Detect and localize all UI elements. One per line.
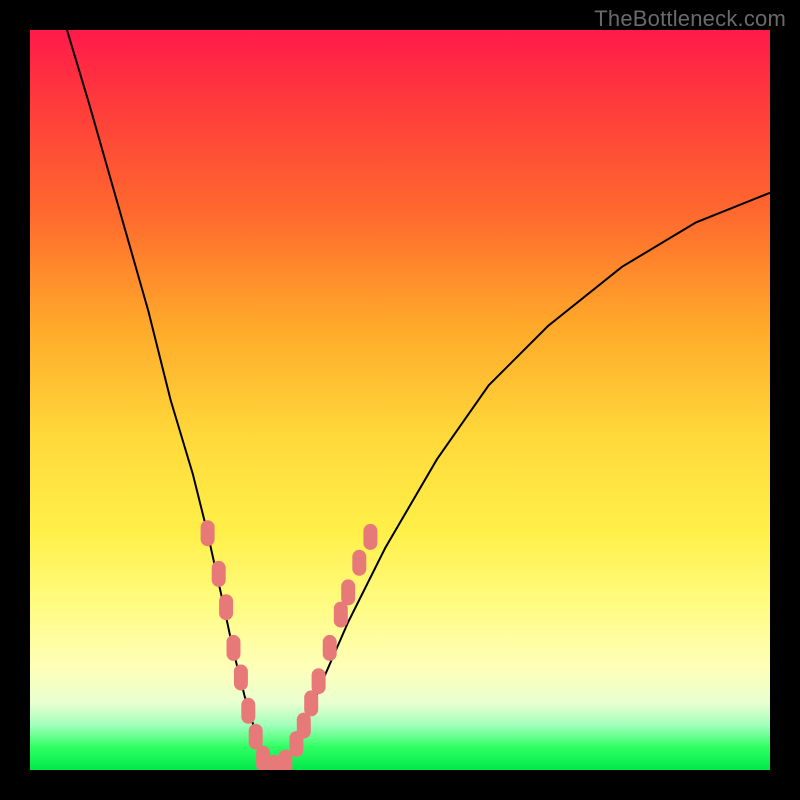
marker-point [212, 561, 226, 587]
marker-point [249, 724, 263, 750]
marker-point [323, 635, 337, 661]
marker-point [234, 665, 248, 691]
marker-point [297, 713, 311, 739]
marker-point [341, 579, 355, 605]
marker-point [312, 668, 326, 694]
left-curve [67, 30, 274, 770]
chart-frame: TheBottleneck.com [0, 0, 800, 800]
marker-point [352, 550, 366, 576]
marker-group [201, 520, 378, 770]
marker-point [227, 635, 241, 661]
marker-point [219, 594, 233, 620]
marker-point [241, 698, 255, 724]
right-curve [274, 193, 770, 770]
curve-layer [30, 30, 770, 770]
watermark-text: TheBottleneck.com [594, 6, 786, 32]
plot-area [30, 30, 770, 770]
marker-point [304, 690, 318, 716]
marker-point [363, 524, 377, 550]
marker-point [201, 520, 215, 546]
marker-point [334, 602, 348, 628]
